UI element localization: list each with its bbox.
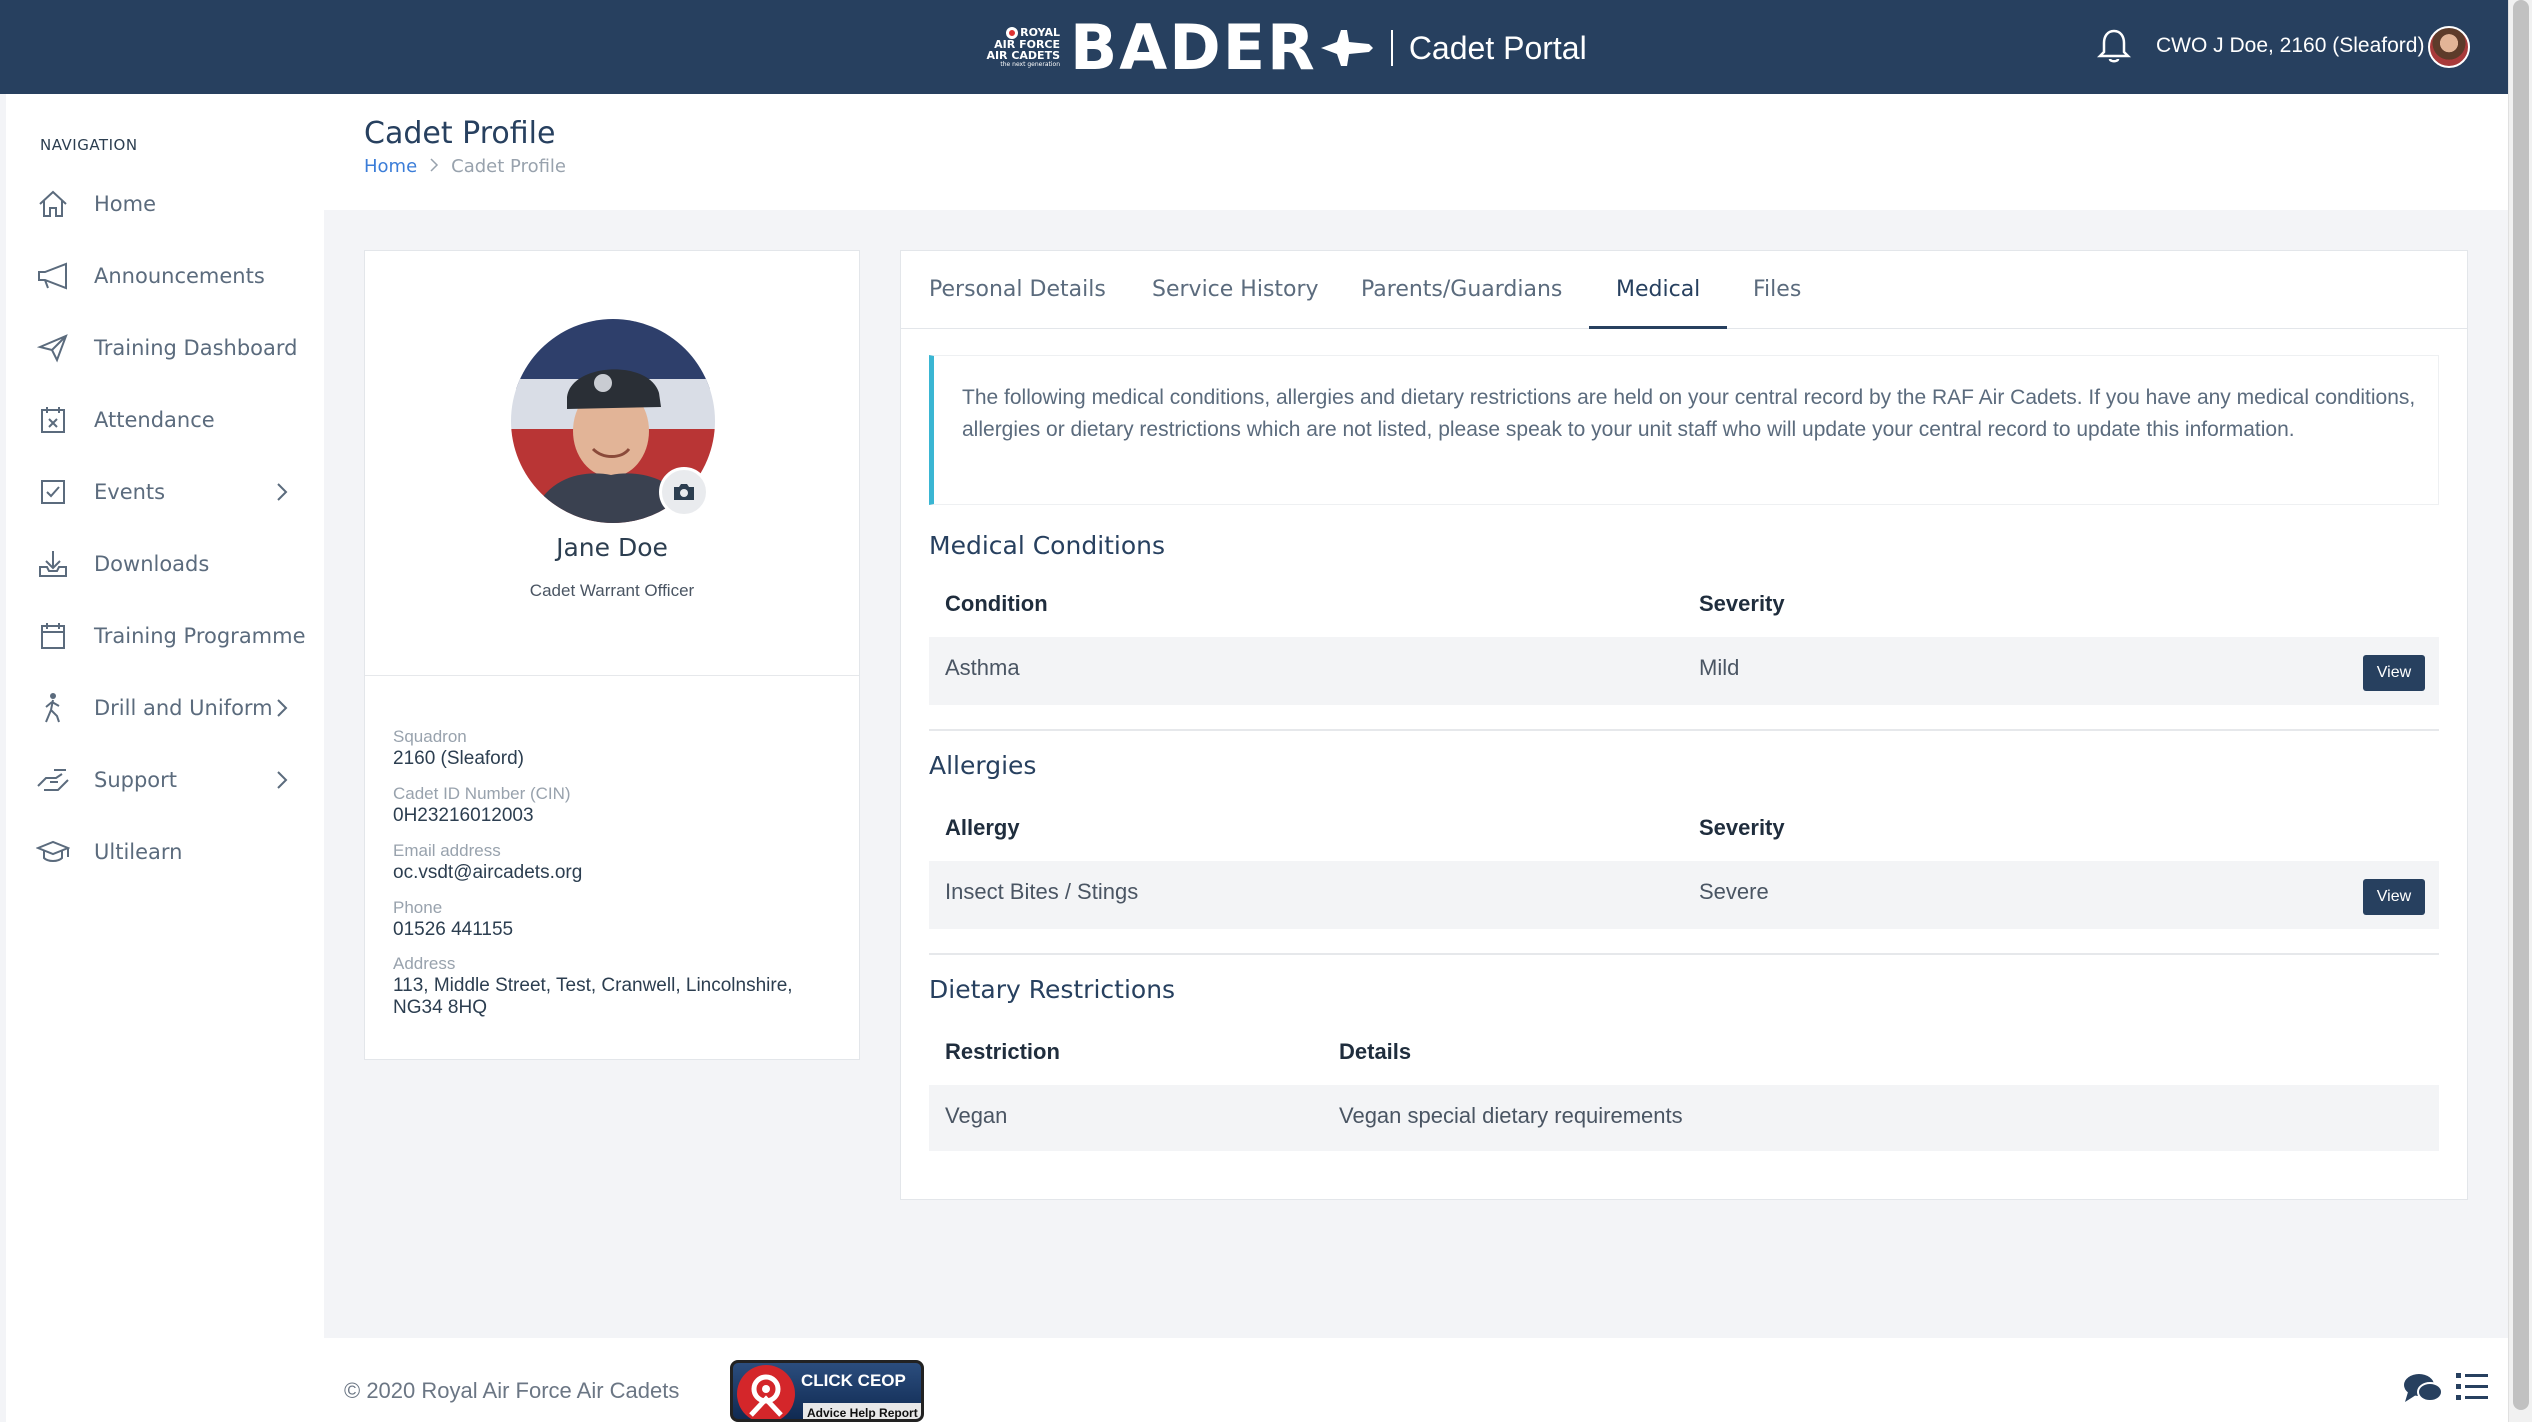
footer: © 2020 Royal Air Force Air Cadets CLICK … bbox=[324, 1338, 2508, 1422]
sidebar-item-home[interactable]: Home bbox=[36, 184, 306, 224]
allergies-col-allergy: Allergy bbox=[945, 815, 1020, 840]
tab-parents-guardians[interactable]: Parents/Guardians bbox=[1361, 277, 1562, 302]
chat-bubbles-icon[interactable] bbox=[2402, 1372, 2444, 1406]
sidebar-item-ultilearn[interactable]: Ultilearn bbox=[36, 832, 306, 872]
profile-rank: Cadet Warrant Officer bbox=[529, 581, 695, 600]
table-row: Vegan Vegan special dietary requirements bbox=[929, 1085, 2439, 1151]
home-icon bbox=[36, 187, 70, 221]
change-photo-camera-icon[interactable] bbox=[659, 467, 709, 517]
calendar-icon bbox=[36, 619, 70, 653]
page-title: Cadet Profile bbox=[364, 116, 556, 151]
calendar-x-icon bbox=[36, 403, 70, 437]
section-divider bbox=[929, 729, 2439, 731]
dietary-col-details: Details bbox=[1339, 1039, 1412, 1064]
dietary-col-restriction: Restriction bbox=[945, 1039, 1060, 1064]
breadcrumb-home-link[interactable]: Home bbox=[364, 156, 417, 177]
breadcrumb: Home Cadet Profile bbox=[364, 156, 566, 177]
top-bar: ROYAL AIR FORCE AIR CADETS the next gene… bbox=[0, 0, 2508, 94]
view-condition-button[interactable]: View bbox=[2363, 655, 2425, 691]
allergies-heading: Allergies bbox=[929, 751, 1037, 780]
tab-files[interactable]: Files bbox=[1753, 277, 1801, 302]
sidebar-item-training-dashboard[interactable]: Training Dashboard bbox=[36, 328, 306, 368]
user-avatar[interactable] bbox=[2428, 26, 2470, 68]
active-tab-indicator bbox=[1589, 326, 1727, 329]
ceop-logo-icon bbox=[737, 1365, 795, 1419]
navigation-heading: NAVIGATION bbox=[40, 136, 138, 154]
notification-bell-icon[interactable] bbox=[2097, 28, 2131, 64]
megaphone-icon bbox=[36, 259, 70, 293]
table-row: Asthma Mild View bbox=[929, 637, 2439, 705]
support-hand-icon bbox=[36, 763, 70, 797]
profile-field-phone: Phone 01526 441155 bbox=[393, 898, 514, 940]
brand-logo[interactable]: ROYAL AIR FORCE AIR CADETS the next gene… bbox=[984, 11, 1587, 84]
paper-plane-icon bbox=[36, 331, 70, 365]
view-allergy-button[interactable]: View bbox=[2363, 879, 2425, 915]
allergies-col-severity: Severity bbox=[1699, 815, 1785, 840]
chevron-right-icon bbox=[277, 483, 288, 501]
sidebar-item-attendance[interactable]: Attendance bbox=[36, 400, 306, 440]
conditions-col-condition: Condition bbox=[945, 591, 1048, 616]
scrollbar-thumb[interactable] bbox=[2513, 0, 2529, 1410]
profile-field-cin: Cadet ID Number (CIN) 0H23216012003 bbox=[393, 784, 571, 826]
page-header: Cadet Profile Home Cadet Profile bbox=[324, 94, 2508, 210]
tab-service-history[interactable]: Service History bbox=[1152, 277, 1319, 302]
chevron-right-icon bbox=[277, 699, 288, 717]
profile-field-squadron: Squadron 2160 (Sleaford) bbox=[393, 727, 524, 769]
brand-separator bbox=[1390, 30, 1393, 66]
sidebar-item-training-programme[interactable]: Training Programme bbox=[36, 616, 306, 656]
jet-icon bbox=[1320, 30, 1373, 66]
breadcrumb-current: Cadet Profile bbox=[451, 156, 567, 177]
profile-field-email: Email address oc.vsdt@aircadets.org bbox=[393, 841, 583, 883]
checkbox-icon bbox=[36, 475, 70, 509]
table-row: Insect Bites / Stings Severe View bbox=[929, 861, 2439, 929]
chevron-right-icon bbox=[277, 771, 288, 789]
dietary-restrictions-heading: Dietary Restrictions bbox=[929, 975, 1176, 1004]
portal-title: Cadet Portal bbox=[1408, 29, 1587, 66]
copyright-text: © 2020 Royal Air Force Air Cadets bbox=[344, 1378, 680, 1403]
tab-personal-details[interactable]: Personal Details bbox=[929, 277, 1106, 302]
conditions-col-severity: Severity bbox=[1699, 591, 1785, 616]
sidebar-item-events[interactable]: Events bbox=[36, 472, 306, 512]
profile-card: Jane Doe Cadet Warrant Officer Squadron … bbox=[364, 250, 860, 1060]
sidebar-item-downloads[interactable]: Downloads bbox=[36, 544, 306, 584]
walking-person-icon bbox=[36, 691, 70, 725]
ceop-report-button[interactable]: CLICK CEOP Advice Help Report bbox=[730, 1360, 924, 1422]
tab-medical[interactable]: Medical bbox=[1616, 277, 1700, 302]
sidebar-item-support[interactable]: Support bbox=[36, 760, 306, 800]
sidebar-item-announcements[interactable]: Announcements bbox=[36, 256, 306, 296]
bader-wordmark: BADER bbox=[1070, 11, 1317, 84]
download-tray-icon bbox=[36, 547, 70, 581]
page-scrollbar[interactable] bbox=[2508, 0, 2532, 1422]
list-menu-icon[interactable] bbox=[2454, 1370, 2490, 1404]
graduation-cap-icon bbox=[36, 835, 70, 869]
raf-air-cadets-logo: ROYAL AIR FORCE AIR CADETS the next gene… bbox=[986, 26, 1060, 68]
medical-conditions-heading: Medical Conditions bbox=[929, 531, 1166, 560]
profile-name: Jane Doe bbox=[556, 533, 668, 562]
sidebar-item-drill-and-uniform[interactable]: Drill and Uniform bbox=[36, 688, 306, 728]
medical-info-callout: The following medical conditions, allerg… bbox=[929, 355, 2439, 505]
breadcrumb-chevron-icon bbox=[429, 156, 439, 177]
tab-bar: Personal Details Service History Parents… bbox=[901, 251, 2467, 329]
profile-divider bbox=[365, 675, 859, 676]
section-divider bbox=[929, 953, 2439, 955]
sidebar: NAVIGATION Home Announcements Training D… bbox=[6, 94, 324, 1422]
profile-field-address: Address 113, Middle Street, Test, Cranwe… bbox=[393, 954, 793, 1018]
user-menu-name[interactable]: CWO J Doe, 2160 (Sleaford) bbox=[2156, 34, 2424, 58]
profile-tabs-card: Personal Details Service History Parents… bbox=[900, 250, 2468, 1200]
